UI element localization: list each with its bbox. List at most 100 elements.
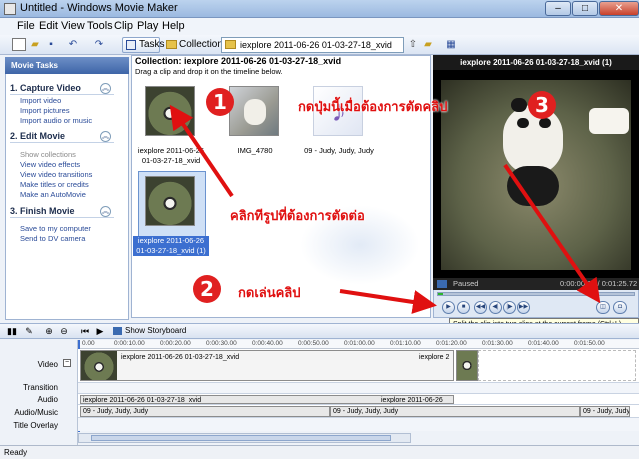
redo-icon[interactable]: ↷ [92,38,106,51]
menu-play[interactable]: Play [137,20,158,32]
collection-select-value: iexplore 2011-06-26 01-03-27-18_xvid [240,40,392,50]
zoom-out-icon[interactable]: ⊖ [57,325,71,338]
seek-bar[interactable] [437,292,635,296]
tasks-button[interactable]: Tasks [122,37,165,53]
stop-button[interactable]: ■ [457,301,470,314]
music-clip-label: 09 - Judy, Judy, Judy [333,408,399,415]
close-button[interactable]: ✕ [599,1,639,16]
task-video-transitions[interactable]: View video transitions [20,170,92,179]
section-capture-video[interactable]: 1. Capture Video [10,83,81,93]
video-clip-thumb [81,351,117,380]
video-clip-2[interactable] [456,350,478,381]
transition-track [78,383,639,394]
divider [10,94,114,95]
clip-caption-1b: 01-03-27-18_xvid [141,156,201,165]
collapse-chevron-icon[interactable]: ︽ [100,83,111,94]
task-video-effects[interactable]: View video effects [20,160,80,169]
music-clip[interactable]: 09 - Judy, Judy, Judy [80,406,330,417]
undo-icon[interactable]: ↶ [66,38,80,51]
divider [10,142,114,143]
menu-edit[interactable]: Edit [39,20,58,32]
movie-maker-window: Untitled - Windows Movie Maker – □ ✕ Fil… [0,0,639,459]
polar-bear-icon [244,99,266,125]
snapshot-button[interactable]: ◘ [613,301,627,314]
up-level-icon[interactable]: ⇧ [406,38,420,51]
play-button[interactable]: ▶ [442,301,455,314]
rewind-button[interactable]: ◀◀ [474,301,487,314]
previous-frame-button[interactable]: ◀| [489,301,502,314]
next-frame-button[interactable]: |▶ [503,301,516,314]
task-import-pictures[interactable]: Import pictures [20,106,70,115]
collection-subtitle: Drag a clip and drop it on the timeline … [135,67,283,76]
task-save-computer[interactable]: Save to my computer [20,224,91,233]
clip-caption-1a: iexplore 2011-06-26 [137,146,205,155]
ruler-tick: 0:01:10.00 [390,340,421,347]
music-clip-label: 09 - Judy, Judy, Judy [83,408,149,415]
play-timeline-icon[interactable]: ▶ [93,325,107,338]
ruler-tick: 0.00 [82,340,95,347]
video-clip[interactable]: iexplore 2011-06-26 01-03-27-18_xvid iex… [80,350,454,381]
expand-video-icon[interactable]: − [63,359,71,367]
collection-folder-icon [225,40,236,49]
section-finish-movie[interactable]: 3. Finish Movie [10,206,75,216]
fast-forward-button[interactable]: ▶▶ [517,301,530,314]
app-icon [4,3,16,15]
collections-folder-icon [166,40,177,49]
clip-thumbnail-1[interactable] [145,86,195,136]
menu-view[interactable]: View [61,20,85,32]
storyboard-label: Show Storyboard [125,326,187,335]
show-storyboard-button[interactable]: Show Storyboard [113,325,186,337]
clip-caption-3: 09 - Judy, Judy, Judy [304,146,374,155]
window-title: Untitled - Windows Movie Maker [20,2,178,14]
clip-caption-4b: 01-03-27-18_xvid (1) [133,246,209,256]
seek-progress [438,293,443,295]
scroll-thumb[interactable] [91,435,391,441]
task-send-dv[interactable]: Send to DV camera [20,234,85,243]
section-edit-movie[interactable]: 2. Edit Movie [10,131,65,141]
menu-tools[interactable]: Tools [87,20,113,32]
rewind-timeline-icon[interactable]: ⏮ [78,325,92,338]
annotation-text-2: กดเล่นคลิป [238,286,301,301]
maximize-button[interactable]: □ [572,1,598,16]
panda-legs [507,166,559,206]
task-automovie[interactable]: Make an AutoMovie [20,190,86,199]
menu-file[interactable]: File [17,20,35,32]
minimize-button[interactable]: – [545,1,571,16]
music-clip[interactable]: 09 - Judy, Judy, Judy [580,406,630,417]
views-icon[interactable]: ▦ [444,38,458,51]
split-button[interactable]: ◫ [596,301,610,314]
label-title-overlay: Title Overlay [13,421,58,430]
task-import-audio[interactable]: Import audio or music [20,116,92,125]
new-project-icon[interactable] [12,38,26,51]
collection-select[interactable]: iexplore 2011-06-26 01-03-27-18_xvid [221,37,404,53]
ruler-tick: 0:00:50.00 [298,340,329,347]
save-icon[interactable]: ▪ [44,38,58,51]
task-import-video[interactable]: Import video [20,96,61,105]
music-clip[interactable]: 09 - Judy, Judy, Judy [330,406,580,417]
collections-button[interactable]: Collections [162,37,228,53]
menu-help[interactable]: Help [162,20,185,32]
clip-thumbnail-2[interactable] [229,86,279,136]
zoom-in-icon[interactable]: ⊕ [42,325,56,338]
video-clip-tail-label: iexplore 2 [419,354,450,361]
narrate-icon[interactable]: ✎ [22,325,36,338]
empty-clip-slot [478,350,636,381]
new-folder-icon[interactable]: ▰ [421,38,435,51]
collapse-chevron-icon[interactable]: ︽ [100,206,111,217]
horizontal-scrollbar[interactable] [78,433,411,443]
task-titles-credits[interactable]: Make titles or credits [20,180,89,189]
status-bar: Ready [0,445,639,459]
divider [10,217,114,218]
set-audio-levels-icon[interactable]: ▮▮ [5,325,19,338]
step-1-badge: 1 [206,88,234,116]
open-folder-icon[interactable]: ▰ [28,38,42,51]
camera-icon: ◘ [618,304,622,310]
annotation-text-3: กดปุ่มนี้เมื่อต้องการตัดคลิป [298,100,448,115]
clip-caption-4a: iexplore 2011-06-26 [133,236,209,246]
label-audio-music: Audio/Music [14,408,58,417]
collection-title: Collection: iexplore 2011-06-26 01-03-27… [135,56,342,66]
audio-clip[interactable]: iexplore 2011-06-26 01-03-27-18_xvid iex… [80,395,454,404]
collapse-chevron-icon[interactable]: ︽ [100,131,111,142]
clip-thumbnail-4[interactable] [145,176,195,226]
menu-clip[interactable]: Clip [114,20,133,32]
